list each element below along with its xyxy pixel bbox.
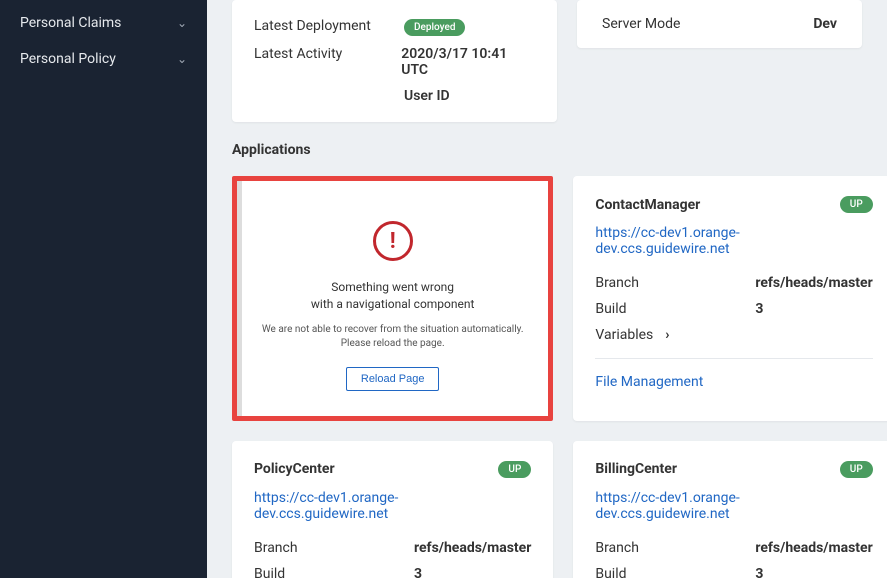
build-label: Build xyxy=(595,301,755,317)
latest-activity-label: Latest Activity xyxy=(254,46,401,78)
branch-label: Branch xyxy=(595,540,755,556)
deployed-badge: Deployed xyxy=(404,19,465,36)
top-row: Latest Deployment Deployed Latest Activi… xyxy=(232,0,862,122)
branch-value: refs/heads/master xyxy=(755,275,872,291)
branch-label: Branch xyxy=(254,540,414,556)
sidebar-item-label: Personal Claims xyxy=(20,15,121,31)
chevron-down-icon: ⌄ xyxy=(177,16,187,30)
branch-value: refs/heads/master xyxy=(414,540,531,556)
sidebar: Personal Claims ⌄ Personal Policy ⌄ xyxy=(0,0,207,578)
applications-title: Applications xyxy=(232,142,862,158)
app-name: PolicyCenter xyxy=(254,461,335,477)
branch-value: refs/heads/master xyxy=(755,540,872,556)
deployment-info-card: Latest Deployment Deployed Latest Activi… xyxy=(232,0,557,122)
build-label: Build xyxy=(595,566,755,578)
build-value: 3 xyxy=(755,301,763,317)
app-card-billingcenter: BillingCenter UP https://cc-dev1.orange-… xyxy=(573,441,887,578)
app-url-link[interactable]: https://cc-dev1.orange-dev.ccs.guidewire… xyxy=(595,490,872,522)
sidebar-item-personal-policy[interactable]: Personal Policy ⌄ xyxy=(0,41,207,77)
server-mode-label: Server Mode xyxy=(602,16,680,32)
error-title: Something went wrong with a navigational… xyxy=(311,279,475,313)
blank-label xyxy=(254,88,404,104)
user-id-label: User ID xyxy=(404,88,450,104)
app-name: BillingCenter xyxy=(595,461,677,477)
error-card: ! Something went wrong with a navigation… xyxy=(232,176,553,421)
latest-deployment-label: Latest Deployment xyxy=(254,18,404,36)
status-badge: UP xyxy=(498,461,531,478)
chevron-down-icon: ⌄ xyxy=(177,52,187,66)
app-name: ContactManager xyxy=(595,197,700,213)
server-mode-value: Dev xyxy=(813,16,837,32)
build-label: Build xyxy=(254,566,414,578)
status-badge: UP xyxy=(840,196,873,213)
file-management-link[interactable]: File Management xyxy=(595,374,872,390)
branch-label: Branch xyxy=(595,275,755,291)
reload-page-button[interactable]: Reload Page xyxy=(346,367,440,391)
main-content: Latest Deployment Deployed Latest Activi… xyxy=(207,0,887,578)
app-url-link[interactable]: https://cc-dev1.orange-dev.ccs.guidewire… xyxy=(595,225,872,257)
build-value: 3 xyxy=(414,566,422,578)
app-card-contactmanager: ContactManager UP https://cc-dev1.orange… xyxy=(573,176,887,421)
variables-label: Variables xyxy=(595,327,653,343)
sidebar-item-label: Personal Policy xyxy=(20,51,116,67)
alert-icon: ! xyxy=(373,221,413,261)
app-url-link[interactable]: https://cc-dev1.orange-dev.ccs.guidewire… xyxy=(254,490,531,522)
latest-activity-value: 2020/3/17 10:41 UTC xyxy=(401,46,535,78)
chevron-right-icon: › xyxy=(665,327,669,343)
sidebar-item-personal-claims[interactable]: Personal Claims ⌄ xyxy=(0,5,207,41)
applications-grid: ! Something went wrong with a navigation… xyxy=(232,176,862,578)
build-value: 3 xyxy=(755,566,763,578)
app-card-policycenter: PolicyCenter UP https://cc-dev1.orange-d… xyxy=(232,441,553,578)
server-mode-card: Server Mode Dev xyxy=(577,0,862,48)
error-message: We are not able to recover from the situ… xyxy=(262,323,524,351)
variables-toggle[interactable]: Variables › xyxy=(595,327,872,359)
status-badge: UP xyxy=(840,461,873,478)
